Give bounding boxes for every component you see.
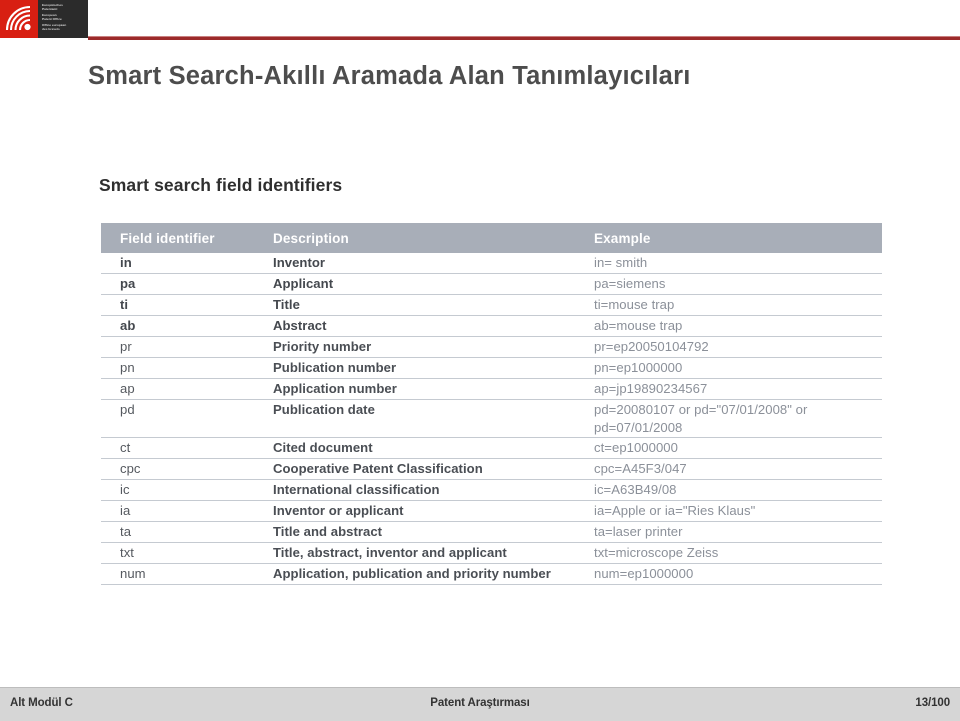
cell-description: Publication date <box>273 402 375 417</box>
cell-identifier: pd <box>120 402 135 417</box>
cell-identifier: pn <box>120 360 135 375</box>
table-row: ab Abstract ab=mouse trap <box>101 316 882 337</box>
column-header-field-identifier: Field identifier <box>120 230 215 246</box>
epo-logo-text: Europäisches Patentamt European Patent O… <box>38 0 88 38</box>
cell-example: ti=mouse trap <box>594 297 675 312</box>
cell-identifier: ia <box>120 503 131 518</box>
field-identifier-table: Field identifier Description Example in … <box>101 223 882 585</box>
cell-example-line-1: pd=20080107 or pd="07/01/2008" or <box>594 402 808 417</box>
cell-example: cpc=A45F3/047 <box>594 461 687 476</box>
cell-example: txt=microscope Zeiss <box>594 545 719 560</box>
slide-header: Europäisches Patentamt European Patent O… <box>0 0 960 48</box>
logo-line-fr-2: des brevets <box>42 26 60 31</box>
cell-description: Title <box>273 297 300 312</box>
cell-identifier: ab <box>120 318 136 333</box>
table-row: ct Cited document ct=ep1000000 <box>101 438 882 459</box>
cell-identifier: pr <box>120 339 132 354</box>
cell-identifier: pa <box>120 276 136 291</box>
header-divider-rule <box>88 36 960 40</box>
cell-identifier: ta <box>120 524 132 539</box>
cell-description: Inventor or applicant <box>273 503 404 518</box>
cell-description: Cited document <box>273 440 373 455</box>
table-header-row: Field identifier Description Example <box>101 223 882 253</box>
cell-description: Title, abstract, inventor and applicant <box>273 545 507 560</box>
cell-example: ia=Apple or ia="Ries Klaus" <box>594 503 756 518</box>
table-row: ti Title ti=mouse trap <box>101 295 882 316</box>
section-heading: Smart search field identifiers <box>99 175 343 195</box>
table-row: txt Title, abstract, inventor and applic… <box>101 543 882 564</box>
cell-description: International classification <box>273 482 440 497</box>
column-header-description: Description <box>273 230 349 246</box>
logo-line-en-2: Patent Office <box>42 16 62 21</box>
cell-description: Title and abstract <box>273 524 383 539</box>
cell-description: Priority number <box>273 339 372 354</box>
slide-footer: Alt Modül C Patent Araştırması 13/100 <box>0 687 960 721</box>
cell-identifier: in <box>120 255 132 270</box>
table-row: pa Applicant pa=siemens <box>101 274 882 295</box>
cell-example: ab=mouse trap <box>594 318 683 333</box>
table-row: num Application, publication and priorit… <box>101 564 882 585</box>
cell-example: pr=ep20050104792 <box>594 339 709 354</box>
table-row: pr Priority number pr=ep20050104792 <box>101 337 882 358</box>
cell-example: pn=ep1000000 <box>594 360 683 375</box>
cell-example: num=ep1000000 <box>594 566 694 581</box>
epo-logo: Europäisches Patentamt European Patent O… <box>0 0 88 38</box>
page-title: Smart Search-Akıllı Aramada Alan Tanımla… <box>88 62 691 90</box>
cell-example: ta=laser printer <box>594 524 683 539</box>
cell-description: Publication number <box>273 360 397 375</box>
logo-line-de-2: Patentamt <box>42 6 58 11</box>
table-row: ap Application number ap=jp19890234567 <box>101 379 882 400</box>
table-row: ta Title and abstract ta=laser printer <box>101 522 882 543</box>
cell-identifier: ct <box>120 440 131 455</box>
cell-identifier: ap <box>120 381 135 396</box>
cell-example: pd=20080107 or pd="07/01/2008" or pd=07/… <box>594 401 882 436</box>
table-row: cpc Cooperative Patent Classification cp… <box>101 459 882 480</box>
cell-example-line-2: pd=07/01/2008 <box>594 419 683 435</box>
footer-subject-label: Patent Araştırması <box>430 697 530 709</box>
cell-example: ct=ep1000000 <box>594 440 678 455</box>
table-row: ia Inventor or applicant ia=Apple or ia=… <box>101 501 882 522</box>
cell-description: Inventor <box>273 255 326 270</box>
cell-identifier: num <box>120 566 146 581</box>
cell-description: Cooperative Patent Classification <box>273 461 483 476</box>
cell-example: in= smith <box>594 255 648 270</box>
cell-description: Applicant <box>273 276 334 291</box>
cell-example: pa=siemens <box>594 276 666 291</box>
table-row: pd Publication date pd=20080107 or pd="0… <box>101 400 882 438</box>
epo-swirl-icon <box>0 0 38 38</box>
cell-description: Application, publication and priority nu… <box>273 566 551 581</box>
cell-identifier: cpc <box>120 461 141 476</box>
cell-identifier: ti <box>120 297 129 312</box>
cell-description: Abstract <box>273 318 327 333</box>
table-row: pn Publication number pn=ep1000000 <box>101 358 882 379</box>
footer-page-number: 13/100 <box>915 697 950 709</box>
table-row: ic International classification ic=A63B4… <box>101 480 882 501</box>
cell-description: Application number <box>273 381 397 396</box>
cell-example: ic=A63B49/08 <box>594 482 677 497</box>
cell-identifier: ic <box>120 482 130 497</box>
cell-example: ap=jp19890234567 <box>594 381 708 396</box>
table-row: in Inventor in= smith <box>101 253 882 274</box>
column-header-example: Example <box>594 230 651 246</box>
cell-identifier: txt <box>120 545 134 560</box>
